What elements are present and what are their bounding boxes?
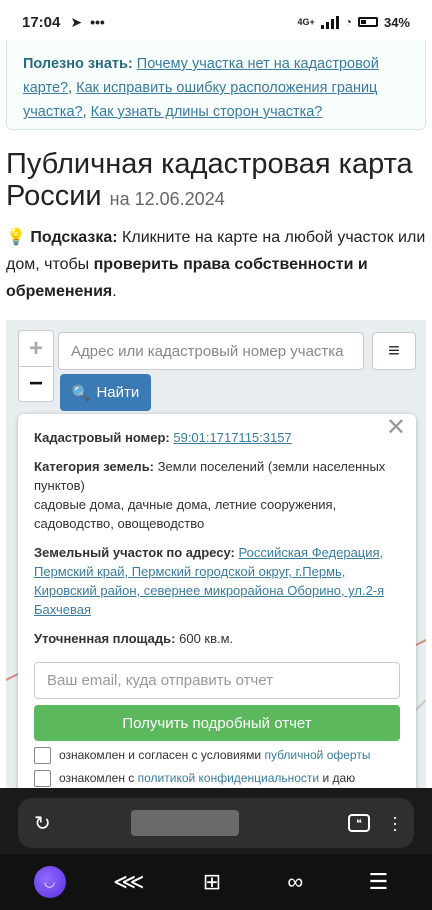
offer-consent: ознакомлен и согласен с условиями публич… [34, 747, 400, 764]
hint-text: 💡 Подсказка: Кликните на карте на любой … [6, 224, 426, 305]
address-label: Земельный участок по адресу: [34, 545, 235, 560]
hamburger-menu-icon[interactable]: ☰ [358, 869, 398, 895]
reload-icon[interactable]: ↻ [34, 811, 51, 836]
useful-label: Полезно знать: [23, 56, 133, 72]
address-field-container: ↻ ❝ · · · [18, 798, 414, 848]
cad-number-link[interactable]: 59:01:1717115:3157 [173, 430, 291, 445]
title-date: на 12.06.2024 [109, 189, 225, 209]
bulb-icon: 💡 [6, 229, 26, 246]
browser-nav-bar: ◡ ⋘ ⊞ ∞ ☰ [0, 854, 432, 910]
area-row: Уточненная площадь: 600 кв.м. [34, 629, 400, 648]
area-label: Уточненная площадь: [34, 631, 176, 646]
hint-end: . [112, 283, 117, 300]
area-value: 600 кв.м. [179, 631, 234, 646]
battery-level: 34% [383, 14, 410, 30]
privacy-text: ознакомлен с политикой конфиденциальност… [59, 770, 355, 787]
zoom-out-button[interactable]: − [19, 366, 53, 401]
cad-number-row: Кадастровый номер: 59:01:1717115:3157 [34, 428, 400, 447]
privacy-checkbox[interactable] [34, 770, 51, 787]
privacy-consent: ознакомлен с политикой конфиденциальност… [34, 770, 400, 787]
find-label: Найти [96, 384, 140, 401]
notification-icons: ➤ ••• [70, 14, 104, 31]
more-vertical-icon[interactable]: · · · [392, 808, 398, 838]
find-button[interactable]: 🔍 Найти [60, 374, 151, 411]
share-icon[interactable]: ⋘ [109, 869, 149, 895]
offer-link[interactable]: публичной оферты [264, 748, 370, 762]
more-notifications-icon: ••• [90, 14, 105, 30]
search-input[interactable]: Адрес или кадастровый номер участка [58, 332, 364, 370]
zoom-in-button[interactable]: + [19, 331, 53, 366]
signal-icon [320, 15, 339, 29]
category-label: Категория земель: [34, 459, 155, 474]
get-report-button[interactable]: Получить подробный отчет [34, 705, 400, 741]
url-field[interactable] [130, 810, 239, 836]
offer-label: ознакомлен и согласен с условиями [59, 748, 262, 762]
battery-icon [357, 17, 378, 27]
cadastral-map[interactable]: + − Адрес или кадастровый номер участка … [6, 320, 426, 800]
offer-text: ознакомлен и согласен с условиями публич… [59, 747, 370, 764]
category-row: Категория земель: Земли поселений (земли… [34, 457, 400, 533]
cad-label: Кадастровый номер: [34, 430, 170, 445]
alice-assistant-icon[interactable]: ◡ [33, 866, 66, 898]
privacy-label: ознакомлен с [59, 771, 135, 785]
tabs-icon[interactable]: ∞ [275, 869, 315, 895]
close-icon[interactable]: ✕ [386, 416, 406, 440]
useful-info-box: Полезно знать: Почему участка нет на кад… [6, 40, 426, 130]
system-indicators: 4G+ ◔ 34% [297, 15, 410, 30]
page-title: Публичная кадастровая карта России на 12… [6, 148, 426, 215]
search-icon: 🔍 [71, 384, 91, 402]
browser-address-bar: ↻ ❝ · · · [0, 788, 432, 854]
location-arrow-icon: ➤ [70, 13, 83, 30]
privacy-end: и даю [322, 771, 356, 785]
status-bar: 17:04 ➤ ••• 4G+ ◔ 34% [0, 0, 432, 44]
zoom-control: + − [18, 330, 54, 402]
parcel-popup: ✕ Кадастровый номер: 59:01:1717115:3157 … [18, 414, 416, 800]
permitted-use: садовые дома, дачные дома, летние сооруж… [34, 497, 337, 531]
quote-icon[interactable]: ❝ [348, 814, 370, 832]
layers-menu-button[interactable]: ≡ [372, 332, 416, 370]
address-row: Земельный участок по адресу: Российская … [34, 543, 400, 619]
email-field[interactable]: Ваш email, куда отправить отчет [34, 662, 400, 699]
new-tab-icon[interactable]: ⊞ [192, 869, 232, 895]
hint-label: Подсказка: [30, 229, 118, 246]
offer-checkbox[interactable] [34, 747, 51, 764]
network-type: 4G+ [297, 17, 315, 27]
wifi-icon: ◔ [344, 15, 352, 29]
link-side-lengths[interactable]: Как узнать длины сторон участка? [91, 104, 323, 120]
privacy-link[interactable]: политикой конфиденциальности [138, 771, 319, 785]
clock: 17:04 [22, 13, 61, 31]
